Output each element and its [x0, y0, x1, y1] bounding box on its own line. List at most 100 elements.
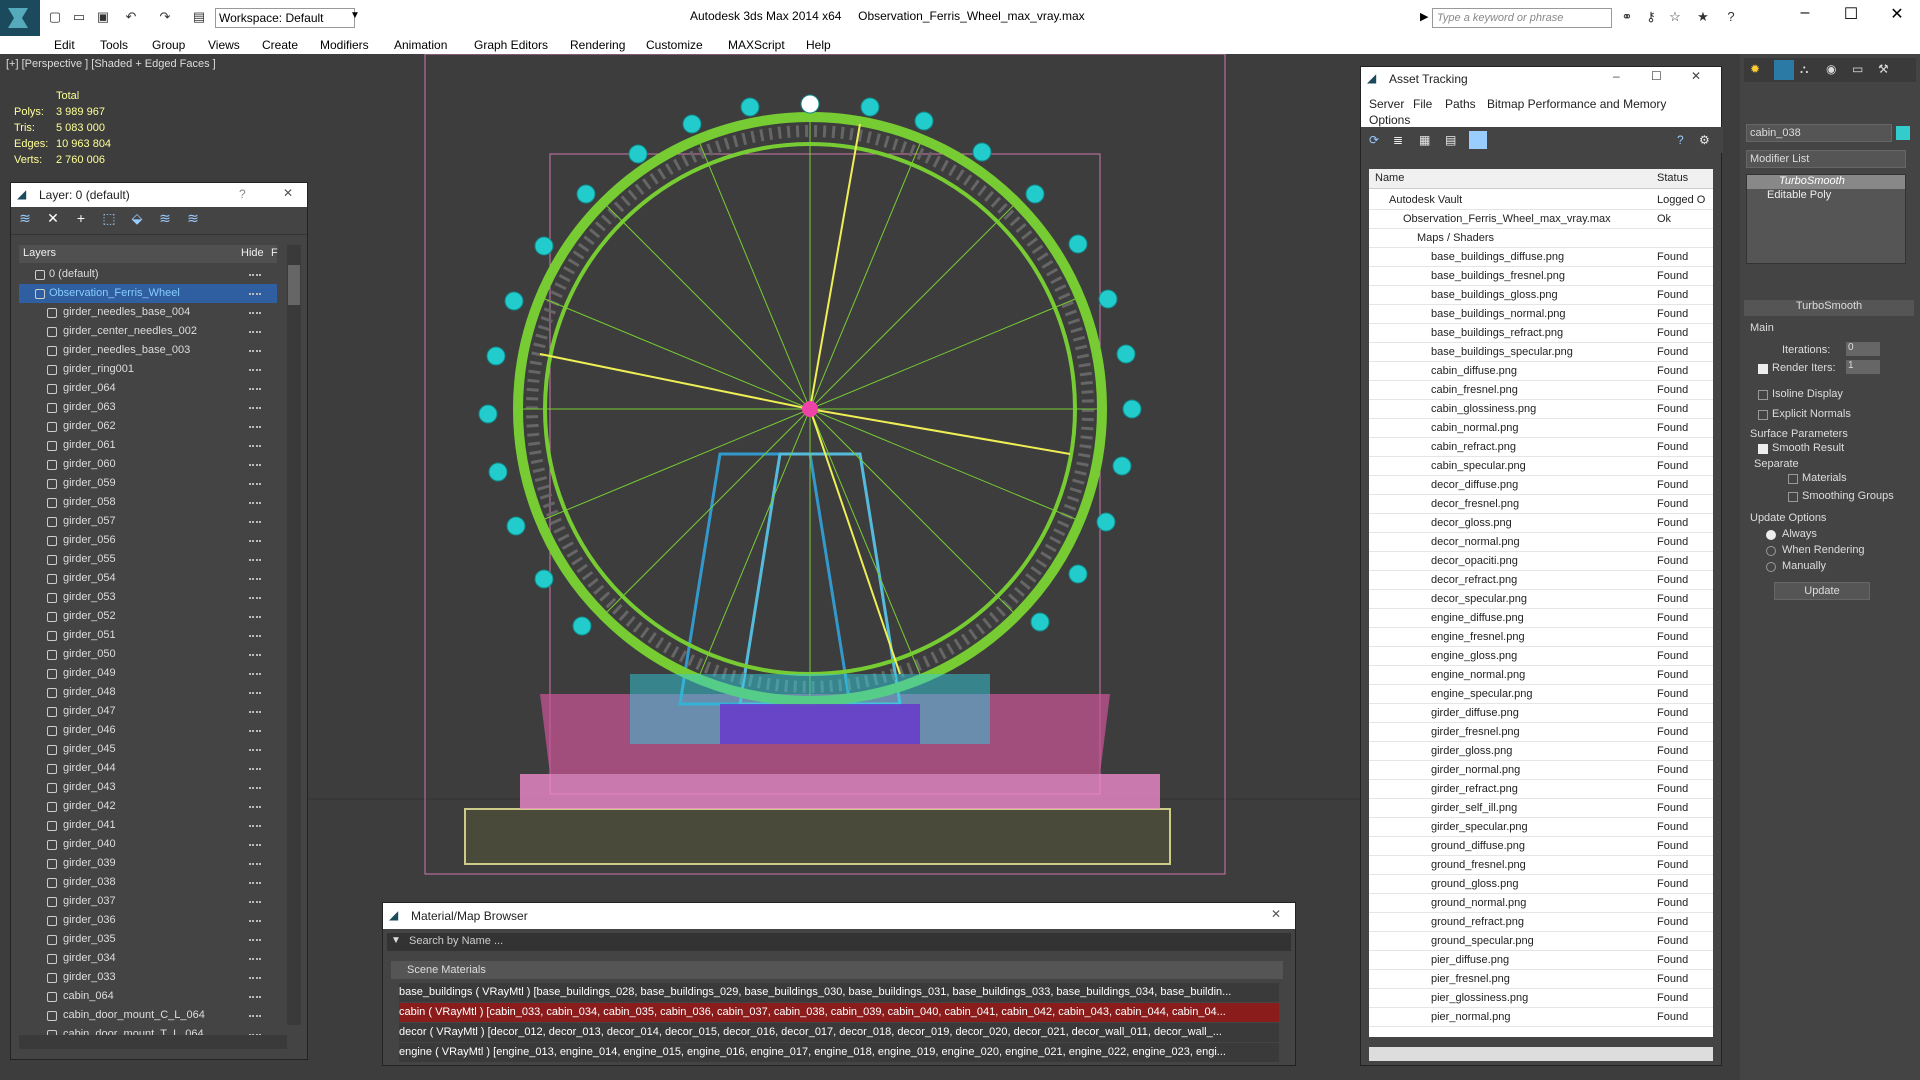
app-logo-icon[interactable] [0, 0, 40, 36]
asset-row[interactable]: base_buildings_gloss.png Found [1369, 286, 1713, 305]
hide-toggle[interactable] [249, 844, 261, 846]
asset-row[interactable]: ground_normal.png Found [1369, 894, 1713, 913]
help-icon[interactable]: ? [1677, 133, 1684, 147]
asset-row[interactable]: cabin_refract.png Found [1369, 438, 1713, 457]
asset-row[interactable]: pier_fresnel.png Found [1369, 970, 1713, 989]
smooth-result-checkbox[interactable] [1758, 444, 1768, 454]
material-row[interactable]: decor ( VRayMtl ) [decor_012, decor_013,… [399, 1023, 1279, 1042]
layer-row[interactable]: girder_064 [19, 379, 277, 398]
asset-row[interactable]: base_buildings_fresnel.png Found [1369, 267, 1713, 286]
search-arrow-icon[interactable]: ▶ [1420, 10, 1428, 23]
layer-row[interactable]: girder_048 [19, 683, 277, 702]
layer-row[interactable]: girder_037 [19, 892, 277, 911]
asset-row[interactable]: base_buildings_specular.png Found [1369, 343, 1713, 362]
asset-row[interactable]: cabin_diffuse.png Found [1369, 362, 1713, 381]
asset-row[interactable]: cabin_specular.png Found [1369, 457, 1713, 476]
layer-row[interactable]: cabin_064 [19, 987, 277, 1006]
create-layer-icon[interactable]: ≋ [13, 210, 37, 232]
hide-toggle[interactable] [249, 635, 261, 637]
object-color-swatch[interactable] [1896, 126, 1910, 140]
asset-menu-paths[interactable]: Paths [1445, 97, 1476, 111]
hide-all-icon[interactable]: ≋ [153, 210, 177, 232]
asset-row[interactable]: decor_diffuse.png Found [1369, 476, 1713, 495]
asset-row[interactable]: girder_fresnel.png Found [1369, 723, 1713, 742]
asset-row[interactable]: ground_fresnel.png Found [1369, 856, 1713, 875]
asset-row[interactable]: girder_gloss.png Found [1369, 742, 1713, 761]
hide-toggle[interactable] [249, 559, 261, 561]
layer-row[interactable]: girder_061 [19, 436, 277, 455]
asset-row[interactable]: ground_gloss.png Found [1369, 875, 1713, 894]
hide-toggle[interactable] [249, 483, 261, 485]
layer-row[interactable]: girder_041 [19, 816, 277, 835]
hide-toggle[interactable] [249, 787, 261, 789]
hide-toggle[interactable] [249, 749, 261, 751]
asset-row[interactable]: ground_diffuse.png Found [1369, 837, 1713, 856]
asset-row[interactable]: engine_specular.png Found [1369, 685, 1713, 704]
asset-row[interactable]: pier_diffuse.png Found [1369, 951, 1713, 970]
column-freeze[interactable]: F [271, 247, 278, 259]
hide-toggle[interactable] [249, 977, 261, 979]
hide-toggle[interactable] [249, 293, 261, 295]
manually-radio[interactable] [1766, 562, 1776, 572]
explicit-normals-checkbox[interactable] [1758, 410, 1768, 420]
menu-edit[interactable]: Edit [54, 38, 75, 52]
asset-row[interactable]: cabin_normal.png Found [1369, 419, 1713, 438]
asset-menu-server[interactable]: Server [1369, 97, 1404, 111]
hide-toggle[interactable] [249, 597, 261, 599]
asset-row[interactable]: pier_normal.png Found [1369, 1008, 1713, 1027]
asset-menu-bitmap[interactable]: Bitmap Performance and Memory [1487, 97, 1666, 111]
hide-toggle[interactable] [249, 369, 261, 371]
layer-row[interactable]: girder_063 [19, 398, 277, 417]
hide-toggle[interactable] [249, 730, 261, 732]
menu-help[interactable]: Help [806, 38, 831, 52]
asset-row[interactable]: engine_fresnel.png Found [1369, 628, 1713, 647]
modify-tab-icon[interactable] [1774, 60, 1794, 80]
stack-item-editable-poly[interactable]: Editable Poly [1747, 189, 1905, 203]
asset-row[interactable]: girder_self_ill.png Found [1369, 799, 1713, 818]
layer-row[interactable]: girder_035 [19, 930, 277, 949]
add-to-layer-icon[interactable]: + [69, 210, 93, 232]
material-row[interactable]: cabin ( VRayMtl ) [cabin_033, cabin_034,… [399, 1003, 1279, 1022]
asset-row[interactable]: decor_gloss.png Found [1369, 514, 1713, 533]
select-layer-icon[interactable]: ⬙ [125, 210, 149, 232]
asset-row[interactable]: decor_refract.png Found [1369, 571, 1713, 590]
layer-row[interactable]: girder_040 [19, 835, 277, 854]
hide-toggle[interactable] [249, 521, 261, 523]
asset-row[interactable]: decor_opaciti.png Found [1369, 552, 1713, 571]
asset-row[interactable]: Autodesk Vault Logged O [1369, 191, 1713, 210]
asset-row[interactable]: girder_refract.png Found [1369, 780, 1713, 799]
layer-row[interactable]: girder_044 [19, 759, 277, 778]
project-folder-icon[interactable]: ▤ [190, 8, 208, 26]
hide-toggle[interactable] [249, 711, 261, 713]
menu-modifiers[interactable]: Modifiers [320, 38, 369, 52]
asset-row[interactable]: ground_refract.png Found [1369, 913, 1713, 932]
detail-view-icon[interactable]: ▤ [1445, 133, 1456, 147]
layer-row[interactable]: girder_052 [19, 607, 277, 626]
hide-toggle[interactable] [249, 825, 261, 827]
layer-row[interactable]: 0 (default) [19, 265, 277, 284]
hide-toggle[interactable] [249, 464, 261, 466]
maximize-icon[interactable]: ☐ [1651, 69, 1662, 83]
asset-row[interactable]: girder_diffuse.png Found [1369, 704, 1713, 723]
hide-toggle[interactable] [249, 540, 261, 542]
asset-row[interactable]: base_buildings_refract.png Found [1369, 324, 1713, 343]
hide-toggle[interactable] [249, 806, 261, 808]
layer-row[interactable]: girder_059 [19, 474, 277, 493]
search-input[interactable]: Type a keyword or phrase [1432, 8, 1612, 28]
layer-row[interactable]: girder_047 [19, 702, 277, 721]
when-rendering-radio[interactable] [1766, 546, 1776, 556]
rollout-title[interactable]: TurboSmooth [1744, 300, 1914, 316]
help-icon[interactable]: ? [1722, 8, 1740, 26]
hide-toggle[interactable] [249, 673, 261, 675]
column-hide[interactable]: Hide [241, 247, 264, 259]
layer-row[interactable]: girder_055 [19, 550, 277, 569]
asset-row[interactable]: engine_gloss.png Found [1369, 647, 1713, 666]
hide-toggle[interactable] [249, 863, 261, 865]
asset-row[interactable]: engine_normal.png Found [1369, 666, 1713, 685]
menu-maxscript[interactable]: MAXScript [728, 38, 785, 52]
asset-row[interactable]: decor_normal.png Found [1369, 533, 1713, 552]
update-button[interactable]: Update [1774, 582, 1870, 600]
help-icon[interactable]: ? [239, 187, 246, 201]
menu-create[interactable]: Create [262, 38, 298, 52]
hide-toggle[interactable] [249, 578, 261, 580]
